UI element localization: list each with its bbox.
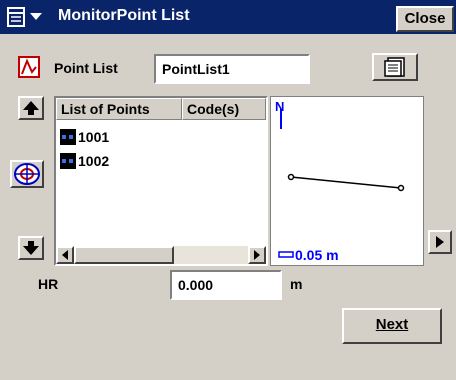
list-item[interactable]: 1001 bbox=[60, 126, 109, 148]
list-item-label: 1002 bbox=[78, 153, 110, 169]
map-view[interactable]: N 0.05 m bbox=[270, 96, 424, 266]
arrow-up-icon bbox=[23, 101, 39, 115]
target-icon bbox=[14, 163, 40, 185]
select-points-button[interactable] bbox=[10, 160, 44, 188]
scroll-left-button[interactable] bbox=[56, 246, 74, 264]
scroll-right-button[interactable] bbox=[248, 246, 266, 264]
window-title: MonitorPoint List bbox=[58, 7, 190, 24]
point-list-label: Point List bbox=[54, 60, 118, 76]
scroll-down-button[interactable] bbox=[18, 236, 44, 260]
menu-icon bbox=[7, 7, 42, 27]
arrow-right-icon bbox=[436, 236, 444, 248]
list-item-label: 1001 bbox=[78, 129, 110, 145]
hr-unit-label: m bbox=[290, 276, 303, 292]
horizontal-scrollbar[interactable] bbox=[56, 246, 266, 264]
close-button[interactable]: Close bbox=[396, 6, 454, 32]
scrollbar-thumb[interactable] bbox=[74, 246, 174, 264]
point-list-browse-button[interactable] bbox=[372, 53, 418, 81]
map-pan-right-button[interactable] bbox=[428, 230, 452, 254]
scale-label: 0.05 m bbox=[295, 247, 339, 263]
scroll-up-button[interactable] bbox=[18, 96, 44, 120]
point-icon bbox=[60, 153, 76, 169]
column-header-points[interactable]: List of Points bbox=[56, 98, 182, 120]
arrow-right-icon bbox=[254, 250, 260, 260]
hr-label: HR bbox=[38, 276, 59, 292]
point-list-icon bbox=[18, 56, 40, 78]
scale-bar-icon bbox=[278, 251, 294, 258]
points-list[interactable]: List of Points Code(s) 1001 1002 bbox=[54, 96, 268, 266]
point-marker bbox=[287, 173, 295, 181]
point-list-input[interactable]: PointList1 bbox=[154, 54, 310, 84]
column-header-codes[interactable]: Code(s) bbox=[182, 98, 266, 120]
list-item[interactable]: 1002 bbox=[60, 150, 109, 172]
point-marker bbox=[397, 184, 405, 192]
point-connection-line bbox=[290, 176, 402, 189]
map-drawing bbox=[278, 109, 405, 258]
arrow-down-icon bbox=[23, 241, 39, 255]
hr-input[interactable]: 0.000 bbox=[170, 270, 282, 300]
next-button[interactable]: Next bbox=[342, 308, 442, 344]
document-list-icon bbox=[384, 57, 405, 77]
arrow-left-icon bbox=[62, 250, 68, 260]
app-menu-button[interactable] bbox=[6, 5, 50, 29]
point-icon bbox=[60, 129, 76, 145]
